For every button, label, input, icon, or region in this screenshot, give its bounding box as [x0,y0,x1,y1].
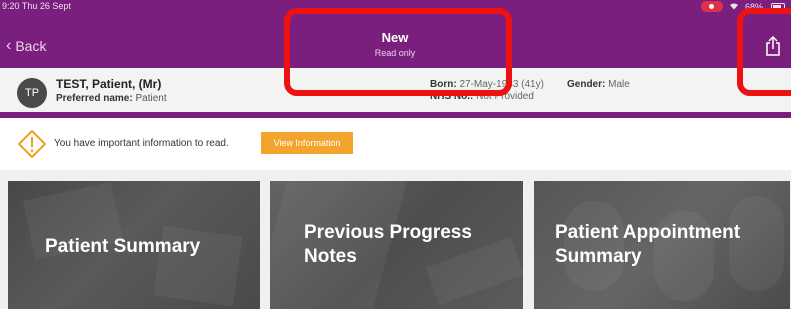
view-information-button[interactable]: View Information [261,132,353,154]
gender-label: Gender: [567,79,606,90]
tile-patient-summary[interactable]: Patient Summary [8,181,260,309]
preferred-name: Preferred name: Patient [56,93,167,104]
annotation-highlight-share [737,8,791,96]
annotation-highlight-title [284,8,512,96]
chevron-left-icon: ‹ [6,37,12,54]
alert-message: You have important information to read. [54,138,229,149]
tile-title: Patient Appointment Summary [555,222,741,267]
gender-value: Male [608,79,630,90]
patient-name: TEST, Patient, (Mr) [56,77,162,91]
tile-previous-progress-notes[interactable]: Previous Progress Notes [270,181,523,309]
warning-diamond-icon [18,130,46,158]
gender-info: Gender: Male [567,79,630,90]
tile-title: Previous Progress Notes [304,222,472,267]
tile-title: Patient Summary [45,236,201,257]
avatar: TP [17,78,47,108]
wifi-icon [729,2,739,12]
back-button[interactable]: ‹ Back [6,37,47,55]
back-label: Back [15,38,47,54]
status-time: 9:20 Thu 26 Sept [2,1,71,11]
screen-recording-icon [700,1,723,12]
preferred-name-label: Preferred name: [56,93,133,104]
information-alert: You have important information to read. … [0,118,791,170]
tile-patient-appointment-summary[interactable]: Patient Appointment Summary [534,181,790,309]
preferred-name-value: Patient [135,93,167,104]
